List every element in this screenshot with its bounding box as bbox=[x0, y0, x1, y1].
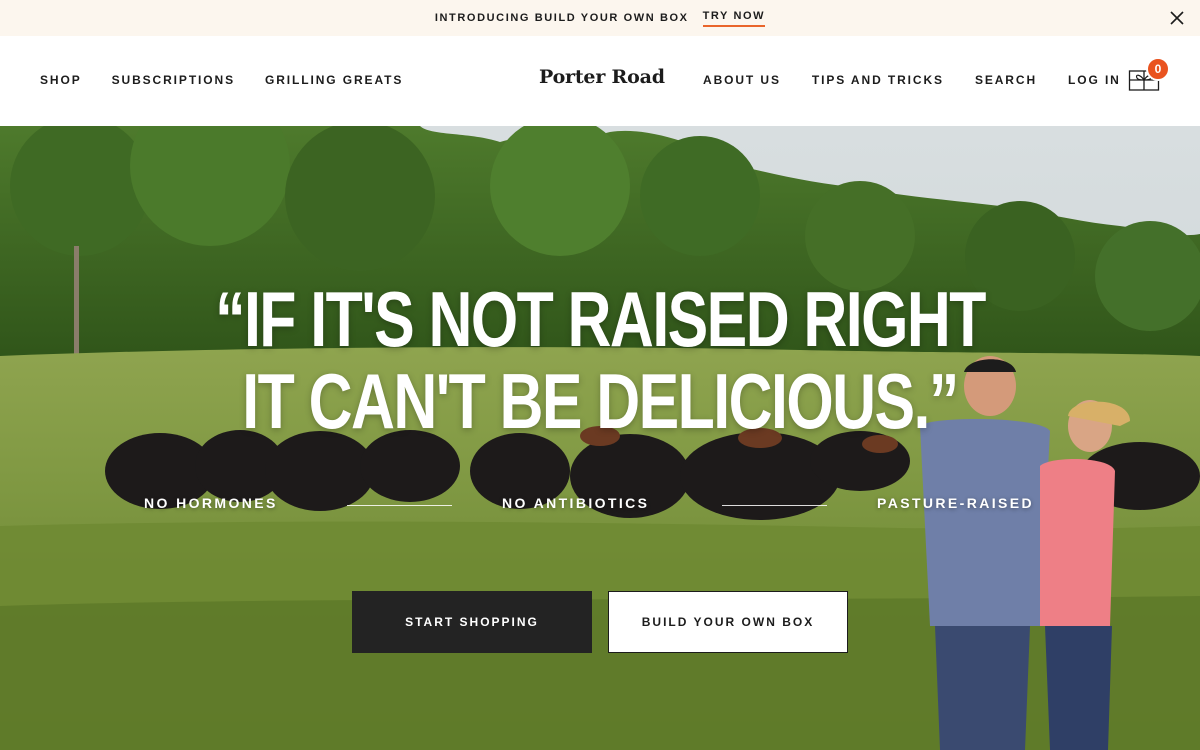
nav-about-us[interactable]: ABOUT US bbox=[703, 73, 781, 87]
hero-headline: “IF IT'S NOT RAISED RIGHT IT CAN'T BE DE… bbox=[132, 278, 1068, 442]
try-now-link[interactable]: TRY NOW bbox=[702, 10, 766, 27]
feature-divider bbox=[347, 505, 452, 506]
headline-line-1: “IF IT'S NOT RAISED RIGHT bbox=[215, 275, 986, 363]
start-shopping-button[interactable]: START SHOPPING bbox=[352, 591, 592, 653]
feature-divider bbox=[722, 505, 827, 506]
announcement-bar: INTRODUCING BUILD YOUR OWN BOX TRY NOW bbox=[0, 0, 1200, 36]
primary-nav: SHOP SUBSCRIPTIONS GRILLING GREATS bbox=[40, 73, 403, 87]
nav-shop[interactable]: SHOP bbox=[40, 73, 82, 87]
feature-no-antibiotics: NO ANTIBIOTICS bbox=[502, 495, 650, 511]
feature-list: NO HORMONES NO ANTIBIOTICS PASTURE-RAISE… bbox=[0, 495, 1200, 515]
nav-grilling-greats[interactable]: GRILLING GREATS bbox=[265, 73, 403, 87]
nav-log-in[interactable]: LOG IN bbox=[1068, 73, 1121, 87]
feature-pasture-raised: PASTURE-RAISED bbox=[877, 495, 1035, 511]
close-icon[interactable] bbox=[1168, 9, 1186, 27]
headline-line-2: IT CAN'T BE DELICIOUS.” bbox=[242, 357, 959, 445]
site-header: SHOP SUBSCRIPTIONS GRILLING GREATS Porte… bbox=[0, 36, 1200, 126]
nav-tips-and-tricks[interactable]: TIPS AND TRICKS bbox=[812, 73, 944, 87]
announcement-text: INTRODUCING BUILD YOUR OWN BOX bbox=[434, 12, 689, 24]
nav-subscriptions[interactable]: SUBSCRIPTIONS bbox=[112, 73, 235, 87]
site-logo[interactable]: Porter Road bbox=[539, 66, 665, 88]
build-your-own-box-button[interactable]: BUILD YOUR OWN BOX bbox=[608, 591, 848, 653]
cart-count-badge: 0 bbox=[1146, 57, 1170, 81]
secondary-nav: ABOUT US TIPS AND TRICKS SEARCH LOG IN bbox=[703, 73, 1121, 87]
feature-no-hormones: NO HORMONES bbox=[144, 495, 278, 511]
nav-search[interactable]: SEARCH bbox=[975, 73, 1037, 87]
hero-section: “IF IT'S NOT RAISED RIGHT IT CAN'T BE DE… bbox=[0, 126, 1200, 750]
